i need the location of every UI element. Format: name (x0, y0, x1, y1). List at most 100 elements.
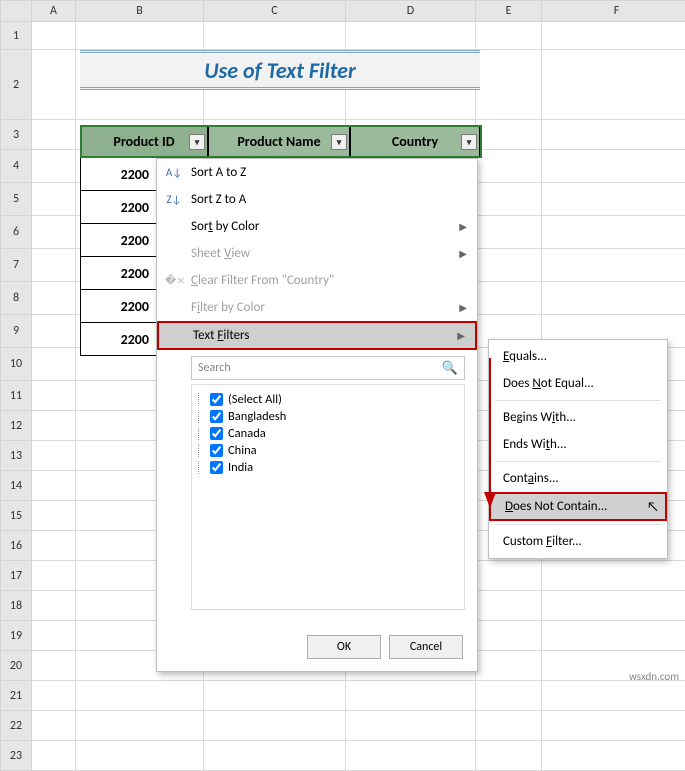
cell[interactable] (76, 711, 204, 741)
cell[interactable] (476, 50, 542, 120)
table-header[interactable]: Product Name▾ (208, 125, 350, 158)
cell[interactable] (76, 681, 204, 711)
cell[interactable] (346, 741, 476, 771)
cell[interactable] (476, 282, 542, 315)
cell[interactable] (204, 22, 346, 50)
row-header-13[interactable]: 13 (0, 441, 32, 471)
cell[interactable] (32, 561, 76, 591)
col-header-B[interactable]: B (76, 0, 204, 22)
cell[interactable] (32, 315, 76, 348)
cell[interactable] (542, 183, 685, 216)
filter-dropdown-button[interactable]: ▾ (189, 134, 205, 150)
row-header-4[interactable]: 4 (0, 150, 32, 183)
cell[interactable] (32, 531, 76, 561)
cell[interactable] (476, 561, 542, 591)
cell[interactable] (32, 471, 76, 501)
cell[interactable] (476, 249, 542, 282)
cell[interactable] (32, 411, 76, 441)
cell[interactable] (76, 741, 204, 771)
cancel-button[interactable]: Cancel (389, 635, 463, 659)
row-header-22[interactable]: 22 (0, 711, 32, 741)
cell[interactable] (476, 591, 542, 621)
cell[interactable] (346, 711, 476, 741)
cell[interactable] (476, 216, 542, 249)
row-header-16[interactable]: 16 (0, 531, 32, 561)
filter-check-item[interactable]: Canada (196, 425, 460, 442)
row-header-17[interactable]: 17 (0, 561, 32, 591)
row-header-21[interactable]: 21 (0, 681, 32, 711)
row-header-7[interactable]: 7 (0, 249, 32, 282)
cell[interactable] (32, 150, 76, 183)
cell[interactable] (32, 282, 76, 315)
table-cell-product-id[interactable]: 2200 (80, 191, 158, 224)
cell[interactable] (32, 249, 76, 282)
cell[interactable] (32, 681, 76, 711)
begins-with-option[interactable]: Begins With... (489, 404, 667, 431)
filter-checkbox[interactable] (210, 461, 223, 474)
equals-option[interactable]: Equals... (489, 343, 667, 370)
table-cell-product-id[interactable]: 2200 (80, 158, 158, 191)
cell[interactable] (346, 681, 476, 711)
row-header-6[interactable]: 6 (0, 216, 32, 249)
filter-checklist[interactable]: (Select All)BangladeshCanadaChinaIndia (191, 384, 465, 610)
cell[interactable] (542, 249, 685, 282)
cell[interactable] (32, 711, 76, 741)
row-header-5[interactable]: 5 (0, 183, 32, 216)
col-header-E[interactable]: E (476, 0, 542, 22)
sort-za[interactable]: Z↓ Sort Z to A (157, 186, 477, 213)
ends-with-option[interactable]: Ends With... (489, 431, 667, 458)
cell[interactable] (32, 381, 76, 411)
row-header-12[interactable]: 12 (0, 411, 32, 441)
col-header-A[interactable]: A (32, 0, 76, 22)
cell[interactable] (542, 681, 685, 711)
cell[interactable] (346, 22, 476, 50)
custom-filter-option[interactable]: Custom Filter... (489, 528, 667, 555)
filter-check-item[interactable]: China (196, 442, 460, 459)
row-header-3[interactable]: 3 (0, 120, 32, 150)
cell[interactable] (32, 741, 76, 771)
cell[interactable] (32, 591, 76, 621)
cell[interactable] (542, 120, 685, 150)
cell[interactable] (542, 50, 685, 120)
row-header-23[interactable]: 23 (0, 741, 32, 771)
table-cell-product-id[interactable]: 2200 (80, 290, 158, 323)
cell[interactable] (542, 150, 685, 183)
filter-checkbox[interactable] (210, 410, 223, 423)
cell[interactable] (32, 120, 76, 150)
cell[interactable] (542, 711, 685, 741)
ok-button[interactable]: OK (307, 635, 381, 659)
table-header[interactable]: Product ID▾ (80, 125, 208, 158)
does-not-equal-option[interactable]: Does Not Equal... (489, 370, 667, 397)
cell[interactable] (32, 348, 76, 381)
cell[interactable] (32, 183, 76, 216)
cell[interactable] (542, 621, 685, 651)
col-header-F[interactable]: F (542, 0, 685, 22)
cell[interactable] (476, 711, 542, 741)
sort-az[interactable]: A↓ Sort A to Z (157, 159, 477, 186)
cell[interactable] (204, 741, 346, 771)
cell[interactable] (476, 150, 542, 183)
cell[interactable] (542, 591, 685, 621)
row-header-1[interactable]: 1 (0, 22, 32, 50)
filter-check-item[interactable]: (Select All) (196, 391, 460, 408)
row-header-18[interactable]: 18 (0, 591, 32, 621)
filter-check-item[interactable]: Bangladesh (196, 408, 460, 425)
search-input[interactable]: Search 🔍 (191, 356, 465, 380)
cell[interactable] (476, 621, 542, 651)
row-header-8[interactable]: 8 (0, 282, 32, 315)
table-header[interactable]: Country▾ (350, 125, 480, 158)
contains-option[interactable]: Contains... (489, 465, 667, 492)
cell[interactable] (542, 282, 685, 315)
table-cell-product-id[interactable]: 2200 (80, 257, 158, 290)
cell[interactable] (542, 216, 685, 249)
cell[interactable] (32, 441, 76, 471)
row-header-19[interactable]: 19 (0, 621, 32, 651)
filter-checkbox[interactable] (210, 427, 223, 440)
does-not-contain-option[interactable]: Does Not Contain... ↖ (489, 492, 667, 521)
text-filters[interactable]: Text Filters ▶ (157, 321, 477, 350)
cell[interactable] (32, 501, 76, 531)
filter-check-item[interactable]: India (196, 459, 460, 476)
cell[interactable] (476, 681, 542, 711)
cell[interactable] (32, 651, 76, 681)
row-header-20[interactable]: 20 (0, 651, 32, 681)
